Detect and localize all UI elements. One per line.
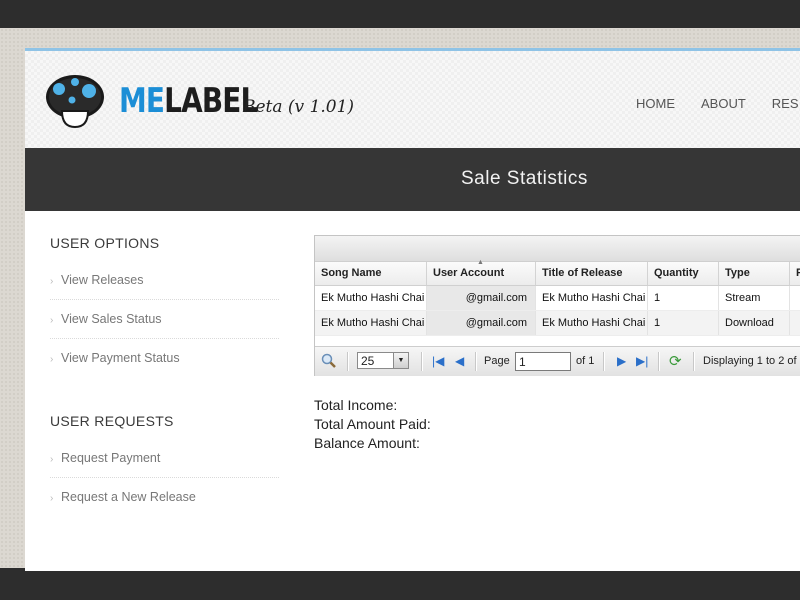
table-row[interactable]: Ek Mutho Hashi Chai @gmail.com Ek Mutho … — [315, 311, 800, 336]
totals-summary: Total Income: Total Amount Paid: Balance… — [314, 396, 431, 453]
sidebar-item-request-new-release[interactable]: › Request a New Release — [50, 478, 279, 516]
nav-about-link[interactable]: ABOUT — [701, 96, 746, 111]
nav-home-link[interactable]: HOME — [636, 96, 675, 111]
grid-titlebar — [315, 236, 800, 262]
user-options-heading: USER OPTIONS — [50, 235, 160, 251]
displaying-status: Displaying 1 to 2 of 2 — [703, 355, 800, 367]
sidebar-item-label: View Releases — [61, 273, 144, 287]
chevron-right-icon: › — [50, 454, 54, 465]
column-header-truncated[interactable]: P — [790, 262, 800, 285]
column-header-title-of-release[interactable]: Title of Release — [536, 262, 648, 285]
table-row[interactable]: Ek Mutho Hashi Chai @gmail.com Ek Mutho … — [315, 286, 800, 311]
page-number-input[interactable]: 1 — [515, 352, 571, 371]
cell-type: Stream — [719, 286, 790, 310]
top-bar — [0, 0, 800, 28]
page-label: Page — [484, 355, 510, 367]
chevron-right-icon: › — [50, 493, 54, 504]
title-band: Sale Statistics — [25, 148, 800, 211]
page-title: Sale Statistics — [461, 168, 588, 189]
prev-page-icon[interactable]: ◀ — [455, 347, 464, 376]
column-header-quantity[interactable]: Quantity — [648, 262, 719, 285]
sidebar-item-view-releases[interactable]: › View Releases — [50, 261, 279, 300]
site-header: MELABEL Beta (v 1.01) HOME ABOUT RES — [25, 51, 800, 148]
logo-me: ME — [119, 81, 165, 121]
cell-user-account: @gmail.com — [427, 286, 536, 310]
mushroom-logo-icon[interactable] — [45, 73, 105, 129]
column-header-user-account[interactable]: User Account — [427, 262, 536, 285]
column-header-type[interactable]: Type — [719, 262, 790, 285]
total-income-label: Total Income: — [314, 397, 398, 413]
page-size-select[interactable]: 25 ▼ — [357, 352, 409, 369]
main-nav: HOME ABOUT RES — [636, 93, 800, 112]
version-label: Beta (v 1.01) — [243, 97, 355, 117]
grid-pager: 25 ▼ |◀ ◀ Page 1 of 1 ▶ ▶| ⟳ Displaying … — [315, 346, 800, 376]
cell-type: Download — [719, 311, 790, 335]
sidebar-item-request-payment[interactable]: › Request Payment — [50, 439, 279, 478]
sidebar-item-label: Request a New Release — [61, 490, 196, 504]
page-of-label: of 1 — [576, 355, 595, 367]
search-icon[interactable] — [321, 353, 337, 369]
sidebar-item-label: View Payment Status — [61, 351, 180, 365]
cell-quantity: 1 — [648, 286, 719, 310]
chevron-right-icon: › — [50, 354, 54, 365]
column-header-song-name[interactable]: Song Name — [315, 262, 427, 285]
pager-separator — [603, 352, 605, 371]
cell-title-of-release: Ek Mutho Hashi Chai — [536, 311, 648, 335]
pager-separator — [421, 352, 423, 371]
pager-separator — [475, 352, 477, 371]
sidebar-item-label: Request Payment — [61, 451, 161, 465]
chevron-right-icon: › — [50, 315, 54, 326]
logo-wordmark[interactable]: MELABEL — [119, 81, 258, 121]
cell-quantity: 1 — [648, 311, 719, 335]
grid-header: ▲ Song Name User Account Title of Releas… — [315, 259, 800, 286]
sales-grid: ▲ Song Name User Account Title of Releas… — [314, 235, 800, 376]
total-amount-paid-label: Total Amount Paid: — [314, 416, 431, 432]
footer-bar — [0, 568, 800, 600]
pager-separator — [347, 352, 349, 371]
cell-song-name: Ek Mutho Hashi Chai — [315, 311, 427, 335]
chevron-right-icon: › — [50, 276, 54, 287]
main-card: MELABEL Beta (v 1.01) HOME ABOUT RES Sale … — [25, 48, 800, 571]
first-page-icon[interactable]: |◀ — [432, 347, 444, 376]
cell-title-of-release: Ek Mutho Hashi Chai — [536, 286, 648, 310]
sidebar-item-view-payment-status[interactable]: › View Payment Status — [50, 339, 279, 377]
cell-user-account: @gmail.com — [427, 311, 536, 335]
page-size-value: 25 — [361, 354, 375, 368]
next-page-icon[interactable]: ▶ — [617, 347, 626, 376]
pager-separator — [693, 352, 695, 371]
pager-separator — [658, 352, 660, 371]
cell-song-name: Ek Mutho Hashi Chai — [315, 286, 427, 310]
user-requests-heading: USER REQUESTS — [50, 413, 174, 429]
last-page-icon[interactable]: ▶| — [636, 347, 648, 376]
chevron-down-icon: ▼ — [393, 353, 408, 368]
sidebar-item-view-sales-status[interactable]: › View Sales Status — [50, 300, 279, 339]
nav-res-link[interactable]: RES — [772, 96, 799, 111]
balance-amount-label: Balance Amount: — [314, 435, 420, 451]
refresh-icon[interactable]: ⟳ — [669, 347, 682, 376]
sidebar-item-label: View Sales Status — [61, 312, 162, 326]
